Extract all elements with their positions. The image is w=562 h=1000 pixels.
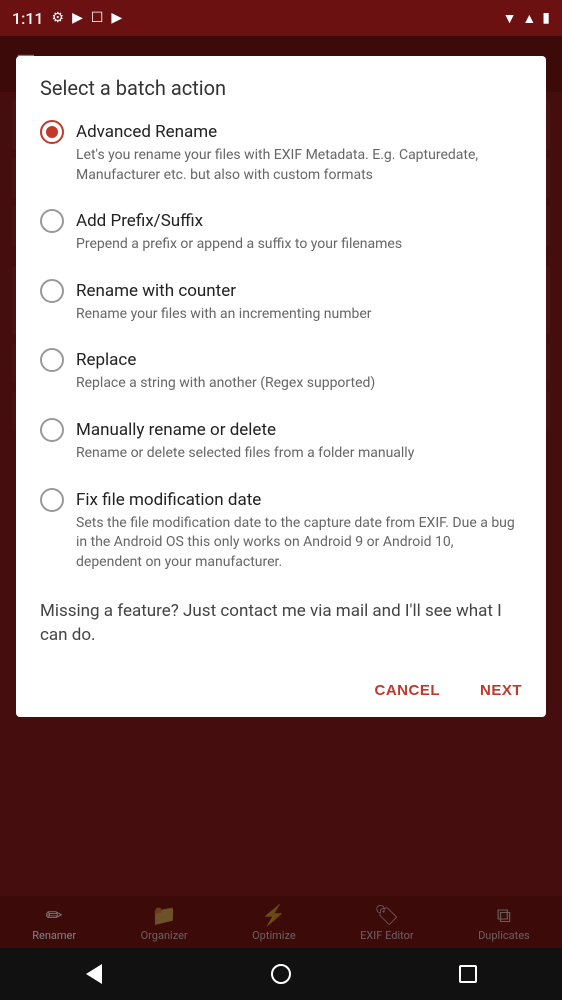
add-prefix-suffix-text: Add Prefix/Suffix: [76, 211, 203, 231]
option-rename-with-counter[interactable]: Rename with counter Rename your files wi…: [40, 271, 522, 341]
system-nav-bar: [0, 948, 562, 1000]
back-button[interactable]: [76, 956, 112, 992]
fix-modification-date-radio[interactable]: [40, 488, 64, 512]
replace-text: Replace: [76, 350, 136, 370]
cancel-button[interactable]: CANCEL: [358, 672, 456, 709]
manually-rename-text: Manually rename or delete: [76, 420, 276, 440]
fix-modification-date-label[interactable]: Fix file modification date: [40, 488, 522, 512]
settings-icon: ⚙: [52, 10, 65, 26]
rename-with-counter-radio[interactable]: [40, 279, 64, 303]
add-prefix-suffix-radio[interactable]: [40, 209, 64, 233]
option-manually-rename[interactable]: Manually rename or delete Rename or dele…: [40, 410, 522, 480]
missing-feature-text: Missing a feature? Just contact me via m…: [40, 588, 522, 664]
status-time: 1:11: [12, 9, 44, 28]
advanced-rename-text: Advanced Rename: [76, 122, 217, 142]
rename-with-counter-desc: Rename your files with an incrementing n…: [76, 305, 522, 333]
wifi-icon: ▼: [503, 10, 517, 27]
advanced-rename-desc: Let's you rename your files with EXIF Me…: [76, 146, 522, 193]
advanced-rename-radio[interactable]: [40, 120, 64, 144]
dialog-content[interactable]: Advanced Rename Let's you rename your fi…: [16, 112, 546, 664]
fix-modification-date-desc: Sets the file modification date to the c…: [76, 514, 522, 581]
option-add-prefix-suffix[interactable]: Add Prefix/Suffix Prepend a prefix or ap…: [40, 201, 522, 271]
play-icon: ▶: [111, 10, 122, 26]
manually-rename-radio[interactable]: [40, 418, 64, 442]
advanced-rename-label[interactable]: Advanced Rename: [40, 120, 522, 144]
recents-button[interactable]: [450, 956, 486, 992]
add-prefix-suffix-label[interactable]: Add Prefix/Suffix: [40, 209, 522, 233]
clipboard-icon: ☐: [91, 10, 104, 26]
fix-modification-date-text: Fix file modification date: [76, 490, 261, 510]
dialog-actions: CANCEL NEXT: [16, 664, 546, 717]
add-prefix-suffix-desc: Prepend a prefix or append a suffix to y…: [76, 235, 522, 263]
option-replace[interactable]: Replace Replace a string with another (R…: [40, 340, 522, 410]
replace-label[interactable]: Replace: [40, 348, 522, 372]
batch-action-dialog: Select a batch action Advanced Rename Le…: [16, 56, 546, 717]
manually-rename-label[interactable]: Manually rename or delete: [40, 418, 522, 442]
home-icon: [271, 964, 291, 984]
dialog-title: Select a batch action: [16, 56, 546, 112]
back-icon: [86, 964, 102, 984]
option-fix-modification-date[interactable]: Fix file modification date Sets the file…: [40, 480, 522, 589]
replace-desc: Replace a string with another (Regex sup…: [76, 374, 522, 402]
status-bar: 1:11 ⚙ ▶ ☐ ▶ ▼ ▲ ▮: [0, 0, 562, 36]
replace-radio[interactable]: [40, 348, 64, 372]
rename-with-counter-text: Rename with counter: [76, 281, 236, 301]
home-button[interactable]: [263, 956, 299, 992]
next-button[interactable]: NEXT: [464, 672, 538, 709]
manually-rename-desc: Rename or delete selected files from a f…: [76, 444, 522, 472]
shield-icon: ▶: [72, 10, 83, 26]
option-advanced-rename[interactable]: Advanced Rename Let's you rename your fi…: [40, 112, 522, 201]
signal-icon: ▲: [522, 10, 536, 27]
recents-icon: [459, 965, 477, 983]
rename-with-counter-label[interactable]: Rename with counter: [40, 279, 522, 303]
battery-icon: ▮: [542, 10, 550, 26]
